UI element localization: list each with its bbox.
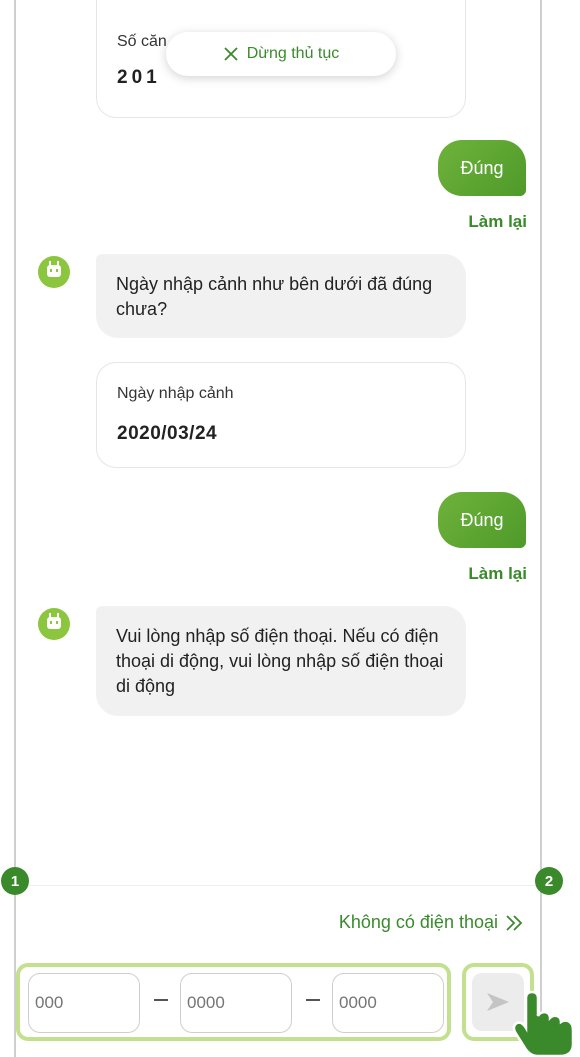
bot-avatar-icon bbox=[38, 608, 70, 640]
room-number-value: 201 bbox=[117, 67, 161, 88]
stop-procedure-button[interactable]: Dừng thủ tục bbox=[166, 32, 396, 76]
user-reply-bubble: Đúng bbox=[438, 492, 526, 548]
stop-procedure-label: Dừng thủ tục bbox=[246, 45, 340, 62]
step-badge-1: 1 bbox=[1, 867, 29, 895]
bot-message-text: Vui lòng nhập số điện thoại. Nếu có điện… bbox=[116, 626, 444, 696]
send-icon bbox=[487, 993, 509, 1011]
entry-date-card: Ngày nhập cảnh 2020/03/24 bbox=[96, 362, 466, 468]
entry-date-label: Ngày nhập cảnh bbox=[117, 385, 234, 402]
phone-input-group bbox=[16, 963, 451, 1041]
user-reply-text: Đúng bbox=[460, 157, 504, 178]
phone-part2-input[interactable] bbox=[180, 973, 292, 1033]
room-number-label: Số căn bbox=[117, 33, 167, 50]
entry-date-value: 2020/03/24 bbox=[117, 423, 218, 444]
bot-message: Vui lòng nhập số điện thoại. Nếu có điện… bbox=[96, 606, 466, 716]
phone-part1-input[interactable] bbox=[28, 973, 140, 1033]
double-chevron-right-icon bbox=[506, 914, 523, 931]
bot-avatar-icon bbox=[38, 256, 70, 288]
user-reply-text: Đúng bbox=[460, 509, 504, 530]
pointing-hand-icon bbox=[512, 990, 575, 1057]
close-icon bbox=[224, 47, 238, 61]
dash-separator bbox=[154, 999, 168, 1001]
no-phone-label: Không có điện thoại bbox=[338, 912, 498, 932]
input-area: Không có điện thoại bbox=[16, 885, 540, 1057]
redo-link[interactable]: Làm lại bbox=[468, 212, 527, 232]
chat-screen: Số căn 201 Dừng thủ tục Đúng Làm lại Ngà… bbox=[14, 0, 542, 1057]
user-reply-bubble: Đúng bbox=[438, 140, 526, 196]
phone-part3-input[interactable] bbox=[332, 973, 444, 1033]
no-phone-link[interactable]: Không có điện thoại bbox=[339, 912, 524, 933]
dash-separator bbox=[306, 999, 320, 1001]
step-badge-2: 2 bbox=[535, 867, 563, 895]
bot-message-text: Ngày nhập cảnh như bên dưới đã đúng chưa… bbox=[116, 274, 433, 319]
redo-link[interactable]: Làm lại bbox=[468, 564, 527, 584]
bot-message: Ngày nhập cảnh như bên dưới đã đúng chưa… bbox=[96, 254, 466, 338]
